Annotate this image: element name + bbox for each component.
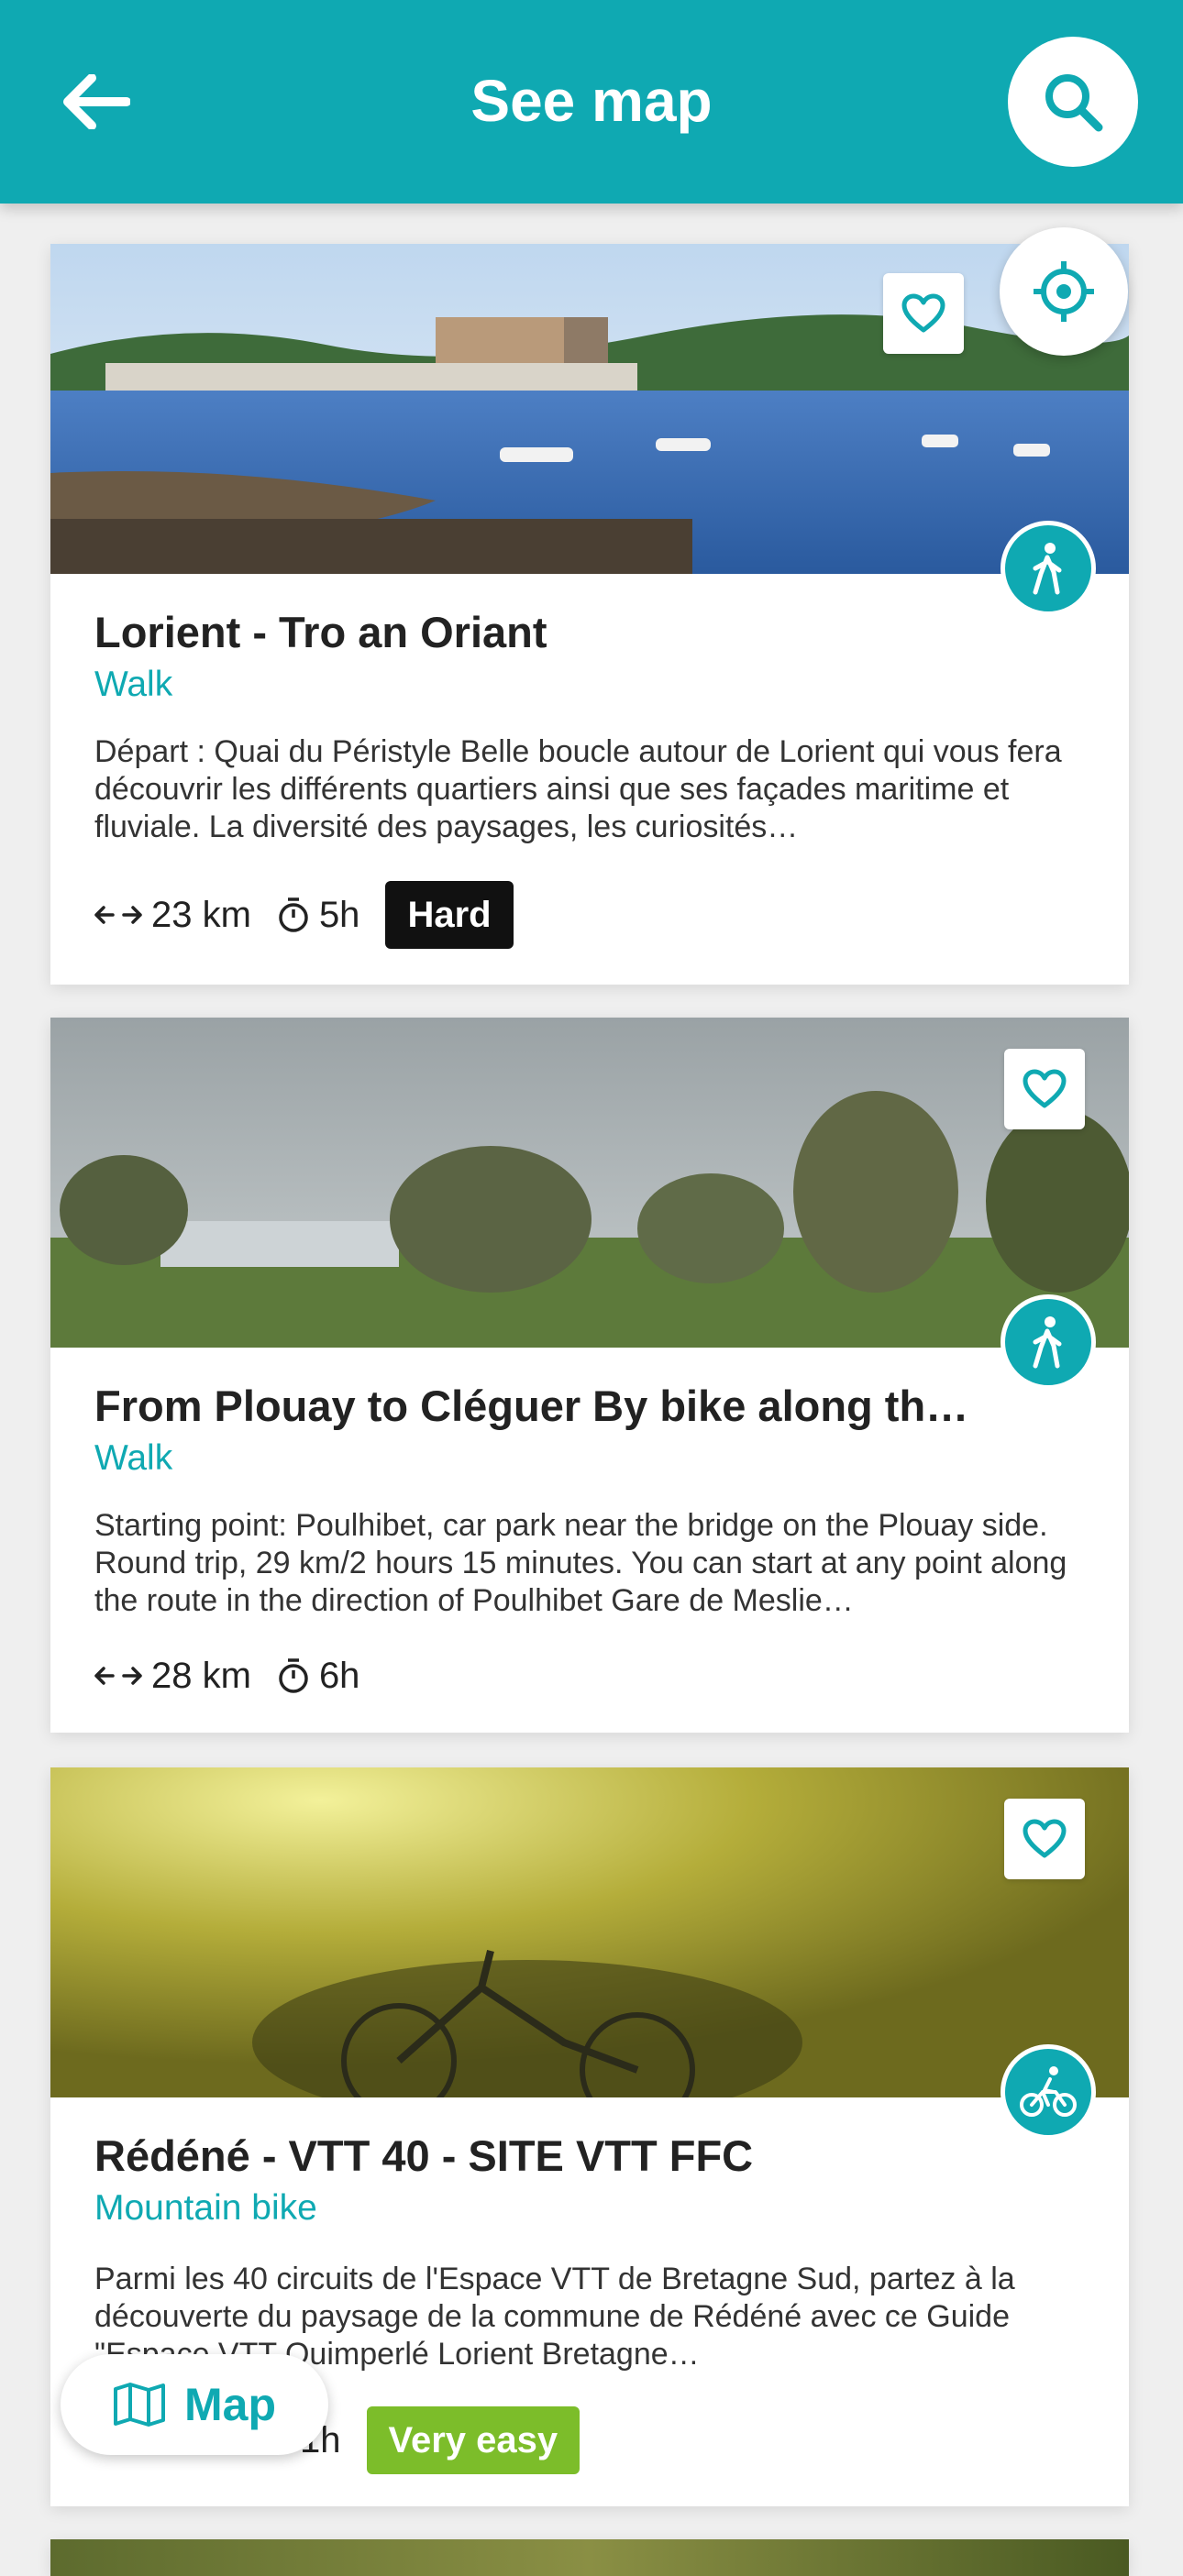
trail-card[interactable] bbox=[50, 2539, 1129, 2576]
map-icon bbox=[114, 2383, 165, 2427]
distance: 28 km bbox=[94, 1656, 251, 1697]
favorite-button[interactable] bbox=[1004, 1049, 1085, 1129]
trail-description: Starting point: Poulhibet, car park near… bbox=[94, 1508, 1067, 1618]
trail-title: Rédéné - VTT 40 - SITE VTT FFC bbox=[94, 2131, 754, 2180]
trail-title: Lorient - Tro an Oriant bbox=[94, 608, 547, 656]
duration: 5h bbox=[277, 894, 360, 936]
distance-icon bbox=[94, 906, 142, 924]
hiker-icon bbox=[1033, 543, 1062, 595]
heart-icon bbox=[901, 293, 945, 333]
trail-meta: 28 km 6h bbox=[94, 1641, 385, 1711]
trail-description: Départ : Quai du Péristyle Belle boucle … bbox=[94, 734, 1062, 844]
difficulty-badge: Very easy bbox=[366, 2406, 580, 2474]
trail-meta: 23 km 5h Hard bbox=[94, 880, 514, 950]
difficulty-badge: Hard bbox=[385, 881, 514, 949]
hiker-icon bbox=[1033, 1316, 1062, 1369]
crosshair-icon bbox=[1034, 261, 1094, 322]
mountain-bike-icon bbox=[1020, 2066, 1077, 2117]
duration: 6h bbox=[277, 1655, 360, 1697]
trail-card[interactable]: Lorient - Tro an Oriant Walk Départ : Qu… bbox=[50, 244, 1129, 985]
heart-icon bbox=[1023, 1819, 1067, 1858]
distance-value: 28 km bbox=[151, 1655, 251, 1696]
stopwatch-icon bbox=[279, 1658, 308, 1693]
distance-value: 23 km bbox=[151, 894, 251, 935]
duration-value: 6h bbox=[318, 1655, 360, 1696]
trail-category: Walk bbox=[94, 665, 173, 704]
favorite-button[interactable] bbox=[1004, 1799, 1085, 1879]
trail-photo bbox=[50, 2539, 1129, 2576]
stopwatch-icon bbox=[279, 897, 308, 932]
trail-card[interactable]: From Plouay to Cléguer By bike along th…… bbox=[50, 1018, 1129, 1733]
heart-icon bbox=[1023, 1069, 1067, 1108]
activity-badge bbox=[1001, 521, 1096, 616]
distance: 23 km bbox=[94, 895, 251, 936]
trail-title: From Plouay to Cléguer By bike along th… bbox=[94, 1382, 969, 1430]
back-button[interactable] bbox=[55, 64, 138, 139]
locate-me-button[interactable] bbox=[1000, 227, 1128, 356]
search-icon bbox=[1045, 74, 1103, 132]
page-title: See map bbox=[470, 68, 713, 134]
search-button[interactable] bbox=[1008, 37, 1138, 167]
map-button[interactable]: Map bbox=[61, 2354, 328, 2455]
app-header: See map bbox=[0, 0, 1183, 204]
trail-category: Mountain bike bbox=[94, 2188, 317, 2228]
duration-value: 5h bbox=[318, 894, 360, 935]
trail-category: Walk bbox=[94, 1438, 173, 1478]
activity-badge bbox=[1001, 1294, 1096, 1390]
map-button-label: Map bbox=[184, 2379, 276, 2430]
trail-photo bbox=[50, 244, 1129, 574]
favorite-button[interactable] bbox=[883, 273, 964, 354]
trail-photo bbox=[50, 1018, 1129, 1348]
trail-photo bbox=[50, 1767, 1129, 2097]
activity-badge bbox=[1001, 2044, 1096, 2140]
distance-icon bbox=[94, 1667, 142, 1685]
arrow-left-icon bbox=[63, 74, 130, 129]
